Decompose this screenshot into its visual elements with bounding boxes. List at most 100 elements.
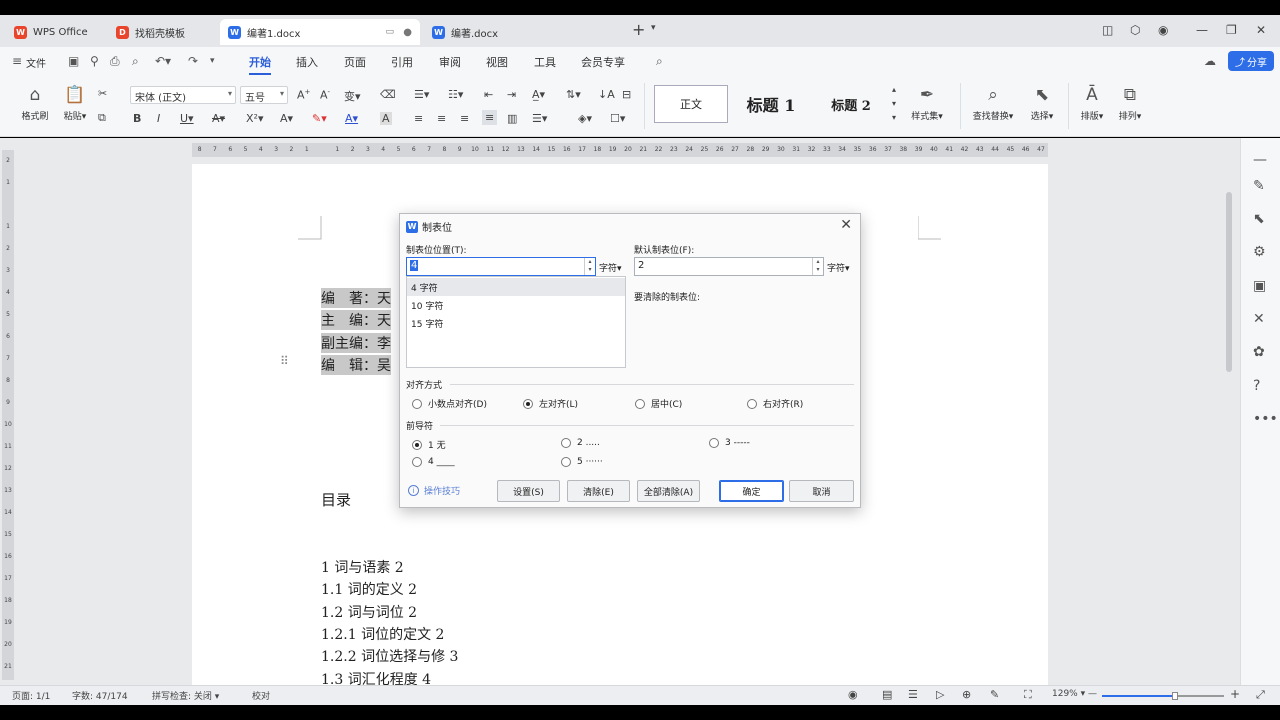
cut-icon[interactable]: ✂ <box>98 87 107 100</box>
radio-leader-middot[interactable]: 5 ······ <box>561 457 603 467</box>
list-item[interactable]: 4 字符 <box>407 278 625 296</box>
toc-item[interactable]: 1.2.2 词位选择与修 3 <box>321 646 458 666</box>
font-color-icon[interactable]: A▾ <box>345 112 358 125</box>
line-sort-icon[interactable]: ⇅▾ <box>566 88 581 101</box>
radio-leader-dashes[interactable]: 3 ----- <box>709 438 750 448</box>
spinner-icon[interactable]: ▴ ▾ <box>584 258 595 275</box>
copy-icon[interactable]: ⧉ <box>98 111 106 125</box>
align-center-icon[interactable]: ≡ <box>437 112 446 125</box>
sliders-icon[interactable]: ⚙ <box>1253 244 1266 260</box>
align-right-icon[interactable]: ≡ <box>460 112 469 125</box>
font-name-select[interactable]: 宋体 (正文) ▾ <box>130 86 236 104</box>
tab-template[interactable]: D 找稻壳模板 <box>108 19 216 45</box>
shading-icon[interactable]: ◈▾ <box>578 112 592 125</box>
layout-button[interactable]: Ā 排版▾ <box>1074 85 1110 122</box>
shrink-font-icon[interactable]: A- <box>320 88 330 102</box>
redo-icon[interactable]: ↷ <box>188 54 198 68</box>
horizontal-ruler[interactable]: 8 7 6 5 4 3 2 1 1 2 3 4 5 6 7 8 9 10 11 12 13 14 15 16 17 18 19 20 2… <box>192 143 1048 157</box>
collapse-icon[interactable]: — <box>1253 152 1267 168</box>
expand-icon[interactable]: ▾ <box>892 113 896 122</box>
image-icon[interactable]: ▣ <box>1253 278 1266 294</box>
paste-button[interactable]: 📋 粘贴▾ <box>58 85 92 122</box>
justify-icon[interactable]: ≡ <box>482 110 498 125</box>
select-button[interactable]: ⬉ 选择▾ <box>1024 85 1060 122</box>
radio-leader-none[interactable]: 1 无 <box>412 438 446 451</box>
cloud-icon[interactable]: ☁ <box>1204 54 1216 68</box>
vertical-scrollbar[interactable] <box>1226 192 1232 372</box>
fit-icon[interactable]: ⛶ <box>1024 688 1032 702</box>
cube-icon[interactable]: ⬡ <box>1130 23 1140 37</box>
phonetic-icon[interactable]: 变▾ <box>344 88 361 104</box>
fullscreen-icon[interactable]: ⤢ <box>1256 688 1265 702</box>
tab-wps-office[interactable]: W WPS Office <box>6 19 102 45</box>
menu-review[interactable]: 审阅 <box>439 54 461 70</box>
tips-link[interactable]: i 操作技巧 <box>408 484 460 497</box>
radio-align-right[interactable]: 右对齐(R) <box>747 397 803 410</box>
clear-all-button[interactable]: 全部清除(A) <box>637 480 700 502</box>
cursor-icon[interactable]: ⬉ <box>1253 211 1265 227</box>
increase-indent-icon[interactable]: ⇥ <box>507 88 516 101</box>
write-icon[interactable]: ✎ <box>990 688 999 701</box>
help-icon[interactable]: ? <box>1253 378 1260 394</box>
default-tab-input[interactable]: 2 ▴ ▾ <box>634 257 824 276</box>
share-button[interactable]: ⤴ 分享 <box>1228 51 1274 71</box>
eye-icon[interactable]: ◉ <box>848 688 858 701</box>
tab-position-input[interactable]: 4 ▴ ▾ <box>406 257 596 276</box>
puzzle-icon[interactable]: ✿ <box>1253 344 1265 360</box>
restore-icon[interactable]: ❐ <box>1226 23 1237 37</box>
chevron-down-icon[interactable]: ▾ <box>210 56 215 66</box>
set-button[interactable]: 设置(S) <box>497 480 560 502</box>
tab-stop-icon[interactable]: ⊟ <box>622 88 631 101</box>
pin-icon[interactable]: ▭ <box>385 27 394 37</box>
find-replace-button[interactable]: ⌕ 查找替换▾ <box>968 85 1018 122</box>
distribute-icon[interactable]: ▥ <box>507 112 517 125</box>
clear-format-icon[interactable]: ⌫ <box>380 88 396 101</box>
tab-stop-list[interactable]: 4 字符 10 字符 15 字符 <box>406 276 626 368</box>
word-count[interactable]: 字数: 47/174 <box>72 689 128 702</box>
credit-line[interactable]: 编 辑：吴 <box>321 355 391 375</box>
style-heading-2[interactable]: 标题 2 <box>816 85 886 123</box>
superscript-icon[interactable]: X²▾ <box>246 112 263 125</box>
bullet-list-icon[interactable]: ☰▾ <box>414 88 429 101</box>
zoom-level[interactable]: 129% ▾ <box>1052 689 1085 699</box>
bold-icon[interactable]: B <box>133 112 141 125</box>
menu-view[interactable]: 视图 <box>486 54 508 70</box>
list-item[interactable]: 10 字符 <box>407 296 625 314</box>
tab-unit-select[interactable]: 字符▾ <box>599 261 622 274</box>
print-icon[interactable]: ⎙ <box>110 54 120 69</box>
new-tab-icon[interactable]: + <box>632 20 645 39</box>
grow-font-icon[interactable]: A+ <box>297 88 310 102</box>
toc-title[interactable]: 目录 <box>321 489 351 510</box>
menu-tools[interactable]: 工具 <box>534 54 556 70</box>
zoom-in-icon[interactable]: + <box>1230 687 1240 701</box>
cancel-button[interactable]: 取消 <box>789 480 854 502</box>
clear-button[interactable]: 清除(E) <box>567 480 630 502</box>
menu-page[interactable]: 页面 <box>344 54 366 70</box>
link-icon[interactable]: ⚲ <box>90 54 99 68</box>
close-icon[interactable]: ✕ <box>1256 23 1266 37</box>
minimize-icon[interactable]: — <box>1196 23 1208 37</box>
tab-doc-1[interactable]: W 编著1.docx ▭ ● <box>220 19 420 45</box>
play-icon[interactable]: ▷ <box>936 688 944 701</box>
credit-line[interactable]: 副主编：李 <box>321 333 391 353</box>
spinner-icon[interactable]: ▴ ▾ <box>812 258 823 275</box>
save-icon[interactable]: ▣ <box>68 54 79 68</box>
hamburger-icon[interactable]: ≡ <box>12 54 22 68</box>
menu-reference[interactable]: 引用 <box>391 54 413 70</box>
undo-icon[interactable]: ↶▾ <box>155 54 171 68</box>
style-normal[interactable]: 正文 <box>654 85 728 123</box>
chevron-down-icon[interactable]: ▾ <box>892 99 896 108</box>
chevron-up-icon[interactable]: ▴ <box>892 85 896 94</box>
pen-icon[interactable]: ✎ <box>1253 178 1265 194</box>
toc-item[interactable]: 1.2 词与词位 2 <box>321 602 417 622</box>
numbered-list-icon[interactable]: ☷▾ <box>448 88 463 101</box>
highlight-icon[interactable]: ✎▾ <box>312 112 327 125</box>
arrange-button[interactable]: ⧉ 排列▾ <box>1112 85 1148 122</box>
toc-item[interactable]: 1 词与语素 2 <box>321 557 404 577</box>
line-spacing-icon[interactable]: ☰▾ <box>532 112 547 125</box>
decrease-indent-icon[interactable]: ⇤ <box>484 88 493 101</box>
underline-icon[interactable]: U▾ <box>180 112 194 125</box>
sort-icon[interactable]: ↓A <box>598 88 615 101</box>
more-icon[interactable]: ••• <box>1253 411 1278 427</box>
zoom-slider[interactable] <box>1102 692 1224 700</box>
